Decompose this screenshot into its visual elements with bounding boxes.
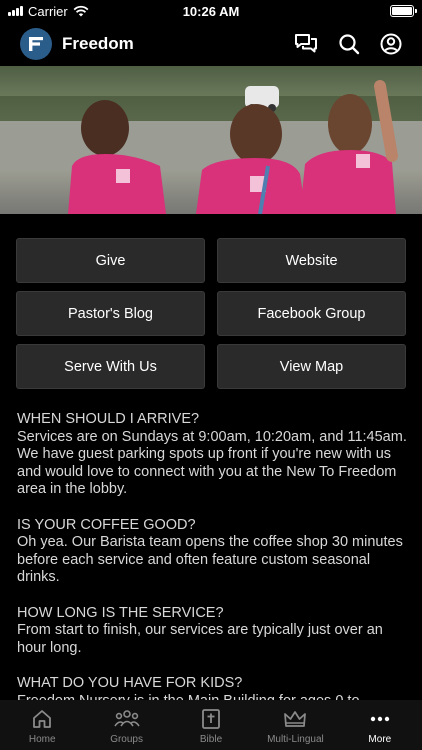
header-icons [294,33,402,55]
tab-multi-lingual[interactable]: Multi-Lingual [253,700,337,750]
tab-bar: Home Groups Bible Multi-Lingual More [0,700,422,750]
tab-home[interactable]: Home [0,700,84,750]
tab-groups[interactable]: Groups [84,700,168,750]
hero-image [0,66,422,214]
website-button[interactable]: Website [217,238,406,283]
give-button[interactable]: Give [16,238,205,283]
tab-more[interactable]: More [338,700,422,750]
profile-icon[interactable] [380,33,402,55]
wifi-icon [73,5,89,17]
app-title: Freedom [62,34,134,53]
facebook-group-button[interactable]: Facebook Group [217,291,406,336]
crown-icon [284,711,307,727]
hero-illustration [0,66,422,214]
tab-label: Groups [110,734,143,745]
faq-answer: From start to finish, our services are t… [17,622,383,656]
faq-item: WHEN SHOULD I ARRIVE? Services are on Su… [17,411,409,499]
freedom-logo-icon [29,37,43,51]
faq-item: IS YOUR COFFEE GOOD? Oh yea. Our Barista… [17,517,409,587]
faq-question: WHEN SHOULD I ARRIVE? [17,411,200,427]
faq-item: HOW LONG IS THE SERVICE? From start to f… [17,605,409,658]
carrier-label: Carrier [28,3,68,19]
faq-answer: Services are on Sundays at 9:00am, 10:20… [17,428,407,498]
pastors-blog-button[interactable]: Pastor's Blog [16,291,205,336]
view-map-button[interactable]: View Map [217,344,406,389]
tab-label: Multi-Lingual [267,734,324,745]
serve-with-us-button[interactable]: Serve With Us [16,344,205,389]
battery-icon [390,5,417,17]
chat-icon[interactable] [294,33,318,55]
tab-label: Bible [199,734,223,745]
tab-label: More [368,734,392,745]
faq-question: IS YOUR COFFEE GOOD? [17,516,196,533]
faq-question: HOW LONG IS THE SERVICE? [17,604,224,621]
app-header: Freedom [0,24,422,64]
action-buttons: Give Website Pastor's Blog Facebook Grou… [16,238,406,389]
tab-bible[interactable]: Bible [169,700,253,750]
faq-answer: Oh yea. Our Barista team opens the coffe… [17,534,403,586]
search-icon[interactable] [338,33,360,55]
app-logo[interactable] [20,28,52,60]
faq-question: WHAT DO YOU HAVE FOR KIDS? [17,674,243,691]
signal-icon [8,6,23,16]
faq-content: WHEN SHOULD I ARRIVE? Services are on Su… [17,411,409,728]
bible-icon [202,709,220,729]
groups-icon [113,710,140,727]
home-icon [33,710,52,728]
status-left: Carrier [8,4,89,19]
more-icon [370,716,390,722]
tab-label: Home [28,734,56,745]
status-bar: Carrier 10:26 AM [0,0,422,22]
